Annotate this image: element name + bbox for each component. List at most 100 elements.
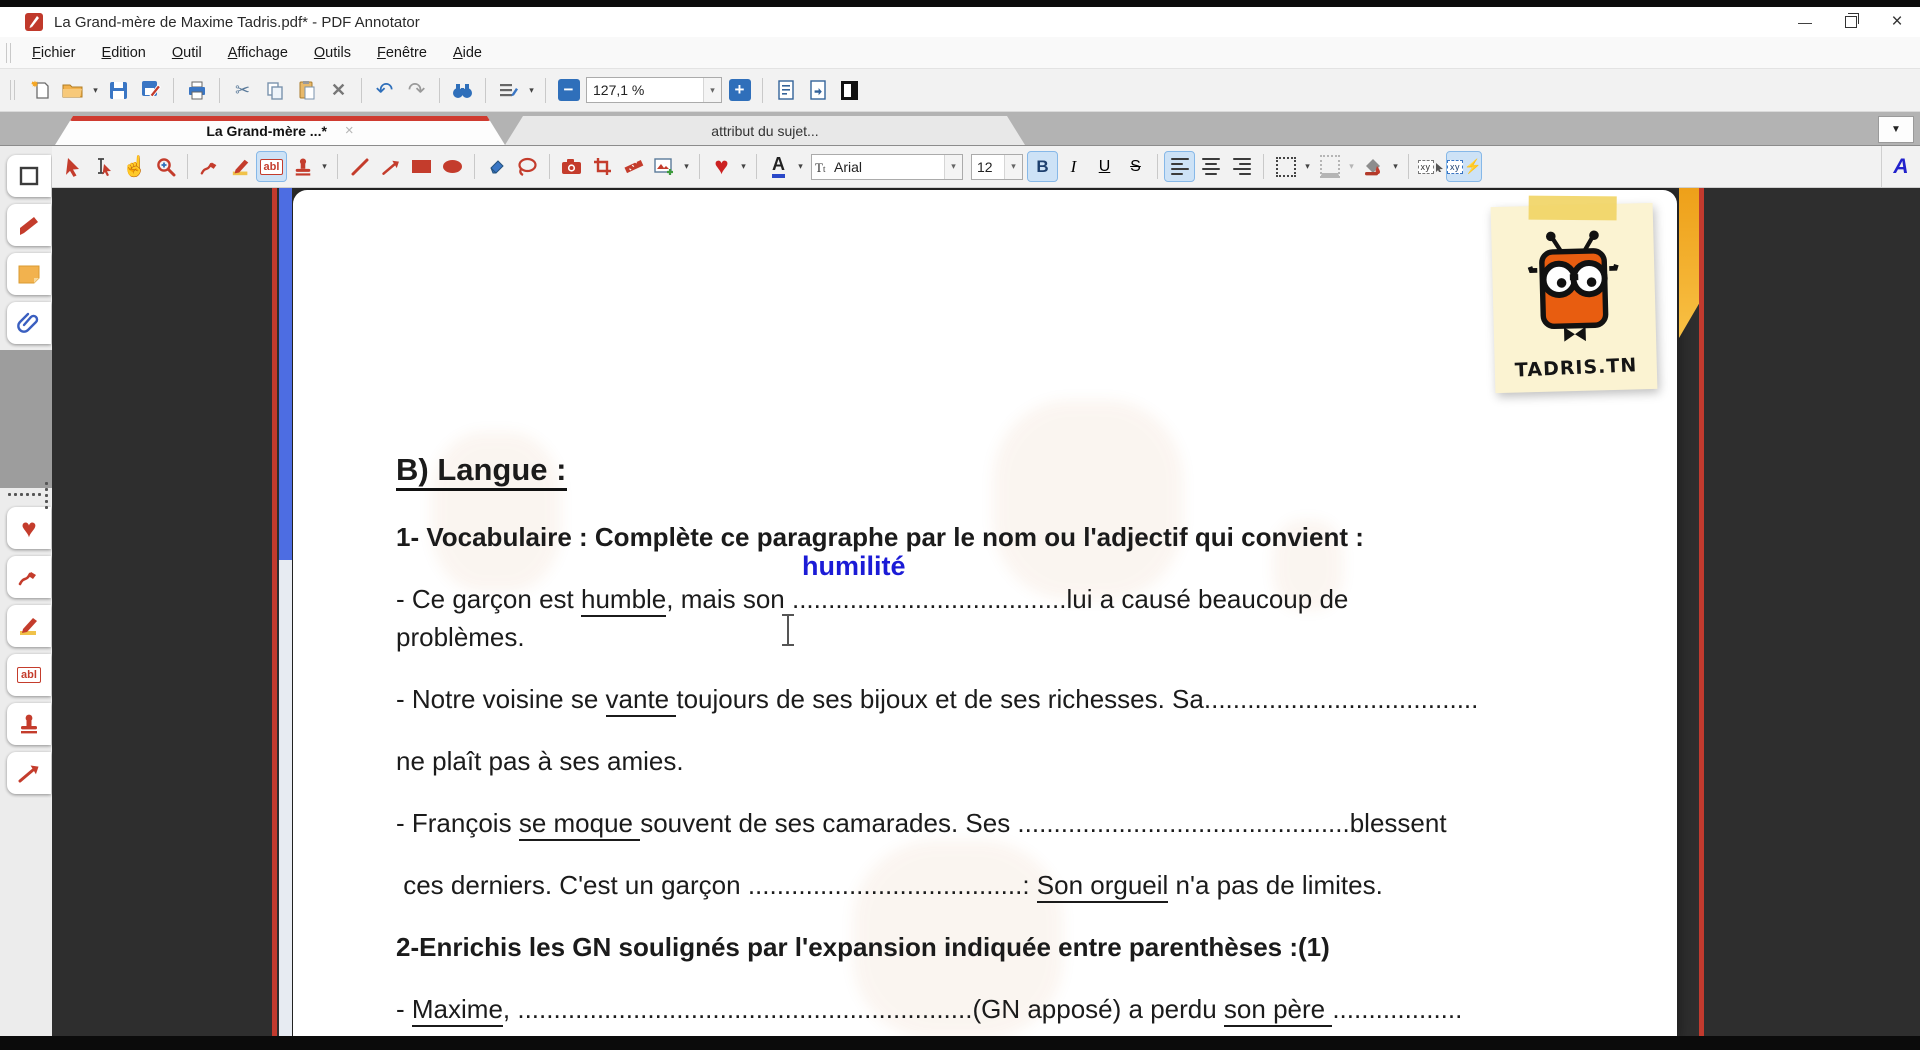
zoom-out-button[interactable]: −	[554, 76, 583, 105]
menu-item-edition[interactable]: Edition	[89, 45, 159, 61]
bookmark-ribbon[interactable]	[1679, 188, 1700, 338]
align-right-button[interactable]	[1227, 152, 1256, 181]
new-document-button[interactable]	[26, 76, 55, 105]
italic-button[interactable]: I	[1059, 152, 1088, 181]
copy-button[interactable]	[260, 76, 289, 105]
annotation-list-button[interactable]	[494, 76, 523, 105]
maximize-button[interactable]	[1828, 7, 1874, 37]
ellipse-tool-button[interactable]	[438, 152, 467, 181]
favorites-dropdown[interactable]	[738, 152, 749, 181]
menu-item-fen-tre[interactable]: Fenêtre	[364, 45, 440, 61]
measure-tool-button[interactable]	[619, 152, 648, 181]
print-button[interactable]	[182, 76, 211, 105]
text-panel-button[interactable]: A	[1881, 146, 1920, 187]
minimize-button[interactable]: —	[1782, 7, 1828, 37]
snapshot-tool-button[interactable]	[557, 152, 586, 181]
sidebar-toggle-button[interactable]	[835, 76, 864, 105]
document-tab-attribut-du-sujet[interactable]: attribut du sujet...	[505, 116, 1025, 145]
sidebar-text-tool[interactable]: abl	[7, 654, 51, 696]
highlighter-tool-button[interactable]	[226, 152, 255, 181]
bold-button[interactable]: B	[1027, 151, 1058, 182]
pan-tool-button[interactable]: ☝	[120, 152, 149, 181]
save-button[interactable]	[104, 76, 133, 105]
sidebar-notes-button[interactable]	[7, 253, 51, 295]
document-tab-la-grand-m-re[interactable]: La Grand-mère ...* ×	[55, 116, 505, 145]
select-annotation-button[interactable]: xy	[1416, 152, 1445, 181]
redo-button[interactable]: ↷	[402, 76, 431, 105]
font-color-button[interactable]: A	[764, 152, 793, 181]
stamp-dropdown[interactable]	[319, 152, 330, 181]
open-file-dropdown[interactable]	[90, 76, 101, 105]
fit-page-button[interactable]	[803, 76, 832, 105]
stamp-tool-button[interactable]	[288, 152, 317, 181]
font-family-arrow[interactable]	[944, 154, 962, 179]
font-size-arrow[interactable]	[1004, 154, 1022, 179]
insert-image-dropdown[interactable]	[681, 152, 692, 181]
font-family-combo[interactable]: T t Arial	[811, 153, 963, 180]
vertical-scrollbar[interactable]	[279, 188, 292, 1050]
align-center-button[interactable]	[1196, 152, 1225, 181]
sidebar-bookmarks-button[interactable]	[7, 204, 51, 246]
fill-color-button[interactable]	[1359, 152, 1388, 181]
sidebar-arrow-tool[interactable]	[7, 752, 51, 794]
text-annotation[interactable]: humilité	[802, 553, 906, 580]
menu-item-outil[interactable]: Outil	[159, 45, 215, 61]
menu-item-aide[interactable]: Aide	[440, 45, 495, 61]
toolbar-separator	[762, 77, 763, 103]
sidebar-favorites-tool[interactable]: ♥	[7, 507, 51, 549]
line-tool-button[interactable]	[345, 152, 374, 181]
font-color-dropdown[interactable]	[795, 152, 806, 181]
find-button[interactable]	[448, 76, 477, 105]
border-width-dropdown[interactable]	[1346, 152, 1357, 181]
select-tool-button[interactable]	[58, 152, 87, 181]
border-style-dropdown[interactable]	[1302, 152, 1313, 181]
favorites-button[interactable]: ♥	[707, 152, 736, 181]
delete-button[interactable]: ✕	[324, 76, 353, 105]
pdf-page[interactable]: TADRIS.TN B) Langue : 1- Vocabulaire : Co…	[293, 190, 1677, 1040]
save-as-button[interactable]	[136, 76, 165, 105]
underline-button[interactable]: U	[1090, 152, 1119, 181]
toolbar-separator	[439, 77, 440, 103]
close-button[interactable]: ×	[1874, 7, 1920, 37]
doc-segment: blessent	[1349, 808, 1447, 838]
menu-item-outils[interactable]: Outils	[301, 45, 364, 61]
sidebar-pen-tool[interactable]	[7, 556, 51, 598]
open-file-button[interactable]	[58, 76, 87, 105]
menu-item-affichage[interactable]: Affichage	[215, 45, 301, 61]
scrollbar-thumb[interactable]	[279, 188, 292, 560]
text-select-tool-button[interactable]	[89, 152, 118, 181]
rectangle-tool-button[interactable]	[407, 152, 436, 181]
paste-button[interactable]	[292, 76, 321, 105]
strikethrough-button[interactable]: S	[1121, 152, 1150, 181]
sidebar-attachments-button[interactable]	[7, 302, 51, 344]
pen-tool-button[interactable]	[195, 152, 224, 181]
sidebar-highlighter-tool[interactable]	[7, 605, 51, 647]
cut-button[interactable]: ✂	[228, 76, 257, 105]
crop-tool-button[interactable]	[588, 152, 617, 181]
sidebar-drag-handle[interactable]	[45, 482, 48, 509]
align-left-button[interactable]	[1164, 151, 1195, 182]
insert-image-button[interactable]	[650, 152, 679, 181]
border-style-button[interactable]	[1271, 152, 1300, 181]
zoom-in-button[interactable]: +	[725, 76, 754, 105]
text-tool-button[interactable]: abl	[256, 151, 287, 182]
zoom-tool-button[interactable]	[151, 152, 180, 181]
lasso-tool-button[interactable]	[513, 152, 542, 181]
tab-close-icon[interactable]: ×	[345, 122, 354, 139]
zoom-combo-arrow[interactable]	[703, 78, 721, 102]
eraser-tool-button[interactable]	[482, 152, 511, 181]
sidebar-pages-panel-button[interactable]	[7, 155, 51, 197]
border-width-button[interactable]	[1315, 152, 1344, 181]
font-size-combo[interactable]: 12	[971, 153, 1023, 180]
annotation-list-dropdown[interactable]	[526, 76, 537, 105]
zoom-level-input[interactable]	[587, 81, 703, 99]
tab-list-dropdown[interactable]	[1878, 116, 1914, 143]
heart-icon: ♥	[21, 513, 37, 543]
sidebar-stamp-tool[interactable]	[7, 703, 51, 745]
undo-button[interactable]: ↶	[370, 76, 399, 105]
fit-width-button[interactable]	[771, 76, 800, 105]
menu-item-fichier[interactable]: Fichier	[19, 45, 89, 61]
auto-annotation-button[interactable]: xy ⚡	[1445, 151, 1483, 182]
fill-color-dropdown[interactable]	[1390, 152, 1401, 181]
arrow-tool-button[interactable]	[376, 152, 405, 181]
